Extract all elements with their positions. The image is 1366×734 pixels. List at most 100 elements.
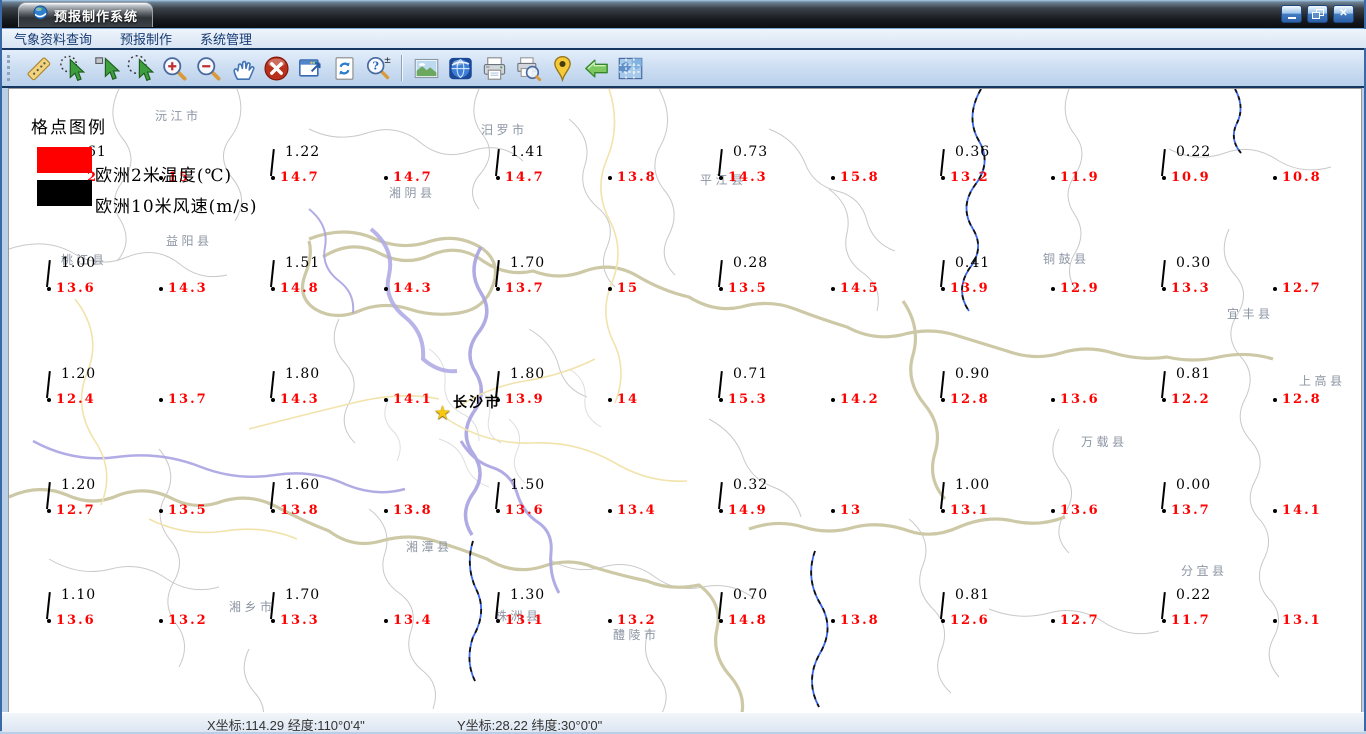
wind-value: 0.36	[955, 144, 991, 160]
refresh-icon	[331, 55, 358, 82]
stop-icon	[263, 55, 290, 82]
menu-item-2[interactable]: 系统管理	[200, 29, 252, 48]
zoom-in-icon	[161, 55, 188, 82]
point-dot	[271, 619, 275, 623]
temp-value: 13.5	[168, 503, 208, 518]
point-dot	[608, 176, 612, 180]
status-y-coordinate: Y坐标:28.22 纬度:30°0'0"	[457, 718, 603, 733]
globe-tool-button[interactable]	[444, 52, 476, 84]
wind-barb	[270, 371, 275, 399]
refresh-tool-button[interactable]	[328, 52, 360, 84]
wind-barb	[1161, 592, 1166, 620]
map-canvas[interactable]: 沅江市 汨罗市 湘阴县 平江县 益阳县 桃江县 铜鼓县 宜丰县 上高县 万载县 湘潭县 分宜县 湘乡市株…	[8, 88, 1362, 713]
status-x-coordinate: X坐标:114.29 经度:110°0'4"	[207, 718, 365, 733]
point-dot	[719, 619, 723, 623]
image-tool-button[interactable]	[410, 52, 442, 84]
wind-value: 1.10	[61, 587, 97, 603]
point-dot	[271, 509, 275, 513]
select-lasso-tool-button[interactable]	[124, 52, 156, 84]
point-dot	[941, 619, 945, 623]
temp-value: 12.9	[1060, 281, 1100, 296]
select-point-tool-button[interactable]	[56, 52, 88, 84]
toolbar-grip-handle[interactable]	[7, 55, 13, 81]
point-dot	[1162, 287, 1166, 291]
point-dot	[159, 398, 163, 402]
point-dot	[831, 287, 835, 291]
wind-value: 0.30	[1176, 255, 1212, 271]
point-dot	[47, 287, 51, 291]
menu-item-0[interactable]: 气象资料查询	[14, 29, 92, 48]
wind-barb	[940, 592, 945, 620]
status-bar: X坐标:114.29 经度:110°0'4" Y坐标:28.22 纬度:30°0…	[2, 712, 1364, 733]
point-dot	[496, 287, 500, 291]
legend-label-windspeed: 欧洲10米风速(m/s)	[95, 197, 258, 217]
map-grid-tool-button[interactable]	[614, 52, 646, 84]
point-dot	[159, 619, 163, 623]
temp-value: 13.9	[950, 281, 990, 296]
point-dot	[1162, 619, 1166, 623]
print-tool-button[interactable]	[478, 52, 510, 84]
wind-barb	[46, 482, 51, 510]
temp-value: 12.6	[950, 613, 990, 628]
temp-value: 14.7	[393, 170, 433, 185]
point-dot	[1162, 176, 1166, 180]
globe-icon	[447, 55, 474, 82]
point-dot	[384, 619, 388, 623]
wind-value: 0.41	[955, 255, 991, 271]
temp-value: 14.7	[505, 170, 545, 185]
identify-tool-button[interactable]: ? ±	[362, 52, 394, 84]
select-box-tool-button[interactable]	[90, 52, 122, 84]
app-window: { "window": { "title": "预报制作系统", "contro…	[0, 0, 1366, 733]
print-preview-tool-button[interactable]	[512, 52, 544, 84]
temp-value: 13.4	[393, 613, 433, 628]
svg-text:±: ±	[383, 55, 391, 65]
export-window-tool-button[interactable]	[294, 52, 326, 84]
temp-value: 13.7	[505, 281, 545, 296]
temp-value: 14.8	[728, 613, 768, 628]
wind-barb	[940, 482, 945, 510]
pan-tool-button[interactable]	[226, 52, 258, 84]
measure-tool-button[interactable]	[22, 52, 54, 84]
temp-value: 13.6	[505, 503, 545, 518]
wind-value: 0.32	[733, 477, 769, 493]
legend-item-windspeed: 欧洲10米风速(m/s)	[37, 180, 257, 217]
temp-value: 14.3	[280, 392, 320, 407]
zoom-in-tool-button[interactable]	[158, 52, 190, 84]
stop-tool-button[interactable]	[260, 52, 292, 84]
wind-value: 0.22	[1176, 587, 1212, 603]
wind-value: 0.90	[955, 366, 991, 382]
app-title-tab[interactable]: 预报制作系统	[18, 2, 154, 27]
wind-barb	[270, 592, 275, 620]
zoom-out-tool-button[interactable]	[192, 52, 224, 84]
wind-barb	[718, 260, 723, 288]
point-dot	[941, 176, 945, 180]
temp-value: 12.4	[56, 392, 96, 407]
point-dot	[608, 509, 612, 513]
wind-value: 1.80	[285, 366, 321, 382]
wind-value: 1.80	[510, 366, 546, 382]
wind-value: 0.71	[733, 366, 769, 382]
point-dot	[941, 287, 945, 291]
temp-value: 14.3	[728, 170, 768, 185]
grid-legend: 格点图例 欧洲2米温度(℃) 欧洲10米风速(m/s)	[21, 113, 301, 217]
temp-value: 15.3	[728, 392, 768, 407]
close-button[interactable]	[1333, 5, 1354, 23]
placemark-tool-button[interactable]	[546, 52, 578, 84]
temp-value: 13.8	[280, 503, 320, 518]
back-tool-button[interactable]	[580, 52, 612, 84]
minimize-button[interactable]	[1281, 5, 1302, 23]
point-dot	[831, 509, 835, 513]
temp-value: 13.3	[1171, 281, 1211, 296]
wind-barb	[1161, 149, 1166, 177]
restore-button[interactable]	[1307, 5, 1328, 23]
select-point-icon	[59, 55, 86, 82]
point-dot	[1162, 509, 1166, 513]
legend-swatch-windspeed	[37, 180, 92, 206]
image-icon	[413, 55, 440, 82]
point-dot	[608, 619, 612, 623]
temp-value: 13.1	[950, 503, 990, 518]
temp-value: 11.7	[1171, 613, 1211, 628]
temp-value: 13.6	[56, 613, 96, 628]
menu-item-1[interactable]: 预报制作	[120, 29, 172, 48]
temp-value: 14.7	[280, 170, 320, 185]
